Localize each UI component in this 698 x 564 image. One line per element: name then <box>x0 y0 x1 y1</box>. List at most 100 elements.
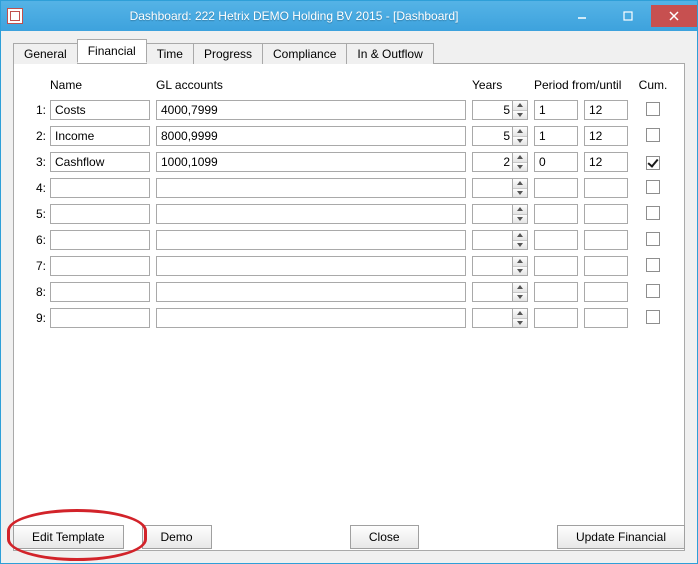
tab-compliance[interactable]: Compliance <box>262 43 347 64</box>
period-from-input[interactable] <box>534 100 578 120</box>
spinner-up-icon[interactable] <box>513 257 527 267</box>
years-spinner[interactable] <box>472 256 528 276</box>
spinner-up-icon[interactable] <box>513 205 527 215</box>
cum-checkbox[interactable] <box>646 258 660 272</box>
years-value[interactable] <box>472 256 512 276</box>
minimize-button[interactable] <box>559 5 605 27</box>
spinner-down-icon[interactable] <box>513 163 527 172</box>
footer-buttons: Edit Template Demo Close Update Financia… <box>13 525 685 549</box>
tab-in-outflow[interactable]: In & Outflow <box>346 43 433 64</box>
name-input[interactable] <box>50 204 150 224</box>
period-from-input[interactable] <box>534 152 578 172</box>
tab-general[interactable]: General <box>13 43 78 64</box>
period-until-input[interactable] <box>584 282 628 302</box>
name-input[interactable] <box>50 256 150 276</box>
period-until-input[interactable] <box>584 256 628 276</box>
cum-checkbox[interactable] <box>646 128 660 142</box>
cum-checkbox[interactable] <box>646 102 660 116</box>
years-spinner[interactable] <box>472 178 528 198</box>
years-value[interactable] <box>472 282 512 302</box>
period-from-input[interactable] <box>534 126 578 146</box>
cum-checkbox[interactable] <box>646 206 660 220</box>
spinner-up-icon[interactable] <box>513 231 527 241</box>
spinner-up-icon[interactable] <box>513 283 527 293</box>
gl-accounts-input[interactable] <box>156 126 466 146</box>
close-window-button[interactable] <box>651 5 697 27</box>
years-value[interactable] <box>472 204 512 224</box>
cum-checkbox[interactable] <box>646 180 660 194</box>
column-headers: Name GL accounts Years Period from/until… <box>30 78 668 92</box>
financial-row: 3: <box>30 152 668 172</box>
update-financial-button[interactable]: Update Financial <box>557 525 685 549</box>
maximize-button[interactable] <box>605 5 651 27</box>
spinner-down-icon[interactable] <box>513 215 527 224</box>
close-button[interactable]: Close <box>350 525 419 549</box>
gl-accounts-input[interactable] <box>156 204 466 224</box>
tab-financial[interactable]: Financial <box>77 39 147 63</box>
cum-checkbox[interactable] <box>646 310 660 324</box>
period-from-input[interactable] <box>534 256 578 276</box>
years-spinner[interactable] <box>472 126 528 146</box>
years-spinner[interactable] <box>472 282 528 302</box>
spinner-up-icon[interactable] <box>513 309 527 319</box>
name-input[interactable] <box>50 178 150 198</box>
cum-checkbox[interactable] <box>646 284 660 298</box>
name-input[interactable] <box>50 308 150 328</box>
titlebar[interactable]: Dashboard: 222 Hetrix DEMO Holding BV 20… <box>1 1 697 31</box>
demo-button[interactable]: Demo <box>142 525 212 549</box>
edit-template-button[interactable]: Edit Template <box>13 525 124 549</box>
gl-accounts-input[interactable] <box>156 230 466 250</box>
period-until-input[interactable] <box>584 152 628 172</box>
cum-checkbox[interactable] <box>646 232 660 246</box>
row-index: 9: <box>30 311 46 325</box>
row-index: 4: <box>30 181 46 195</box>
tab-progress[interactable]: Progress <box>193 43 263 64</box>
gl-accounts-input[interactable] <box>156 308 466 328</box>
years-value[interactable] <box>472 230 512 250</box>
years-spinner[interactable] <box>472 204 528 224</box>
years-value[interactable] <box>472 178 512 198</box>
period-from-input[interactable] <box>534 282 578 302</box>
period-from-input[interactable] <box>534 230 578 250</box>
period-until-input[interactable] <box>584 204 628 224</box>
period-until-input[interactable] <box>584 100 628 120</box>
years-spinner[interactable] <box>472 308 528 328</box>
cum-checkbox[interactable] <box>646 156 660 170</box>
years-spinner[interactable] <box>472 230 528 250</box>
gl-accounts-input[interactable] <box>156 282 466 302</box>
years-value[interactable] <box>472 126 512 146</box>
name-input[interactable] <box>50 126 150 146</box>
spinner-up-icon[interactable] <box>513 127 527 137</box>
tab-time[interactable]: Time <box>146 43 194 64</box>
period-until-input[interactable] <box>584 178 628 198</box>
gl-accounts-input[interactable] <box>156 178 466 198</box>
years-value[interactable] <box>472 308 512 328</box>
spinner-down-icon[interactable] <box>513 267 527 276</box>
spinner-up-icon[interactable] <box>513 179 527 189</box>
years-spinner[interactable] <box>472 152 528 172</box>
years-spinner[interactable] <box>472 100 528 120</box>
spinner-down-icon[interactable] <box>513 189 527 198</box>
spinner-down-icon[interactable] <box>513 111 527 120</box>
period-from-input[interactable] <box>534 178 578 198</box>
name-input[interactable] <box>50 152 150 172</box>
gl-accounts-input[interactable] <box>156 256 466 276</box>
years-value[interactable] <box>472 152 512 172</box>
spinner-up-icon[interactable] <box>513 101 527 111</box>
period-until-input[interactable] <box>584 308 628 328</box>
name-input[interactable] <box>50 100 150 120</box>
period-from-input[interactable] <box>534 204 578 224</box>
years-value[interactable] <box>472 100 512 120</box>
gl-accounts-input[interactable] <box>156 100 466 120</box>
spinner-down-icon[interactable] <box>513 319 527 328</box>
spinner-down-icon[interactable] <box>513 241 527 250</box>
name-input[interactable] <box>50 282 150 302</box>
spinner-down-icon[interactable] <box>513 293 527 302</box>
name-input[interactable] <box>50 230 150 250</box>
period-from-input[interactable] <box>534 308 578 328</box>
gl-accounts-input[interactable] <box>156 152 466 172</box>
period-until-input[interactable] <box>584 126 628 146</box>
spinner-up-icon[interactable] <box>513 153 527 163</box>
period-until-input[interactable] <box>584 230 628 250</box>
spinner-down-icon[interactable] <box>513 137 527 146</box>
